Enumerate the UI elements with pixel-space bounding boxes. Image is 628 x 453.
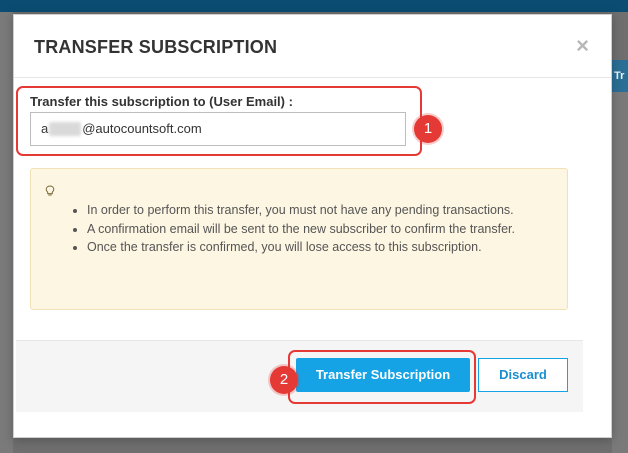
background-page-right bbox=[612, 92, 628, 453]
email-value-prefix: a bbox=[41, 121, 49, 136]
discard-button[interactable]: Discard bbox=[478, 358, 568, 392]
transfer-notes-box: In order to perform this transfer, you m… bbox=[30, 168, 568, 310]
background-tab: Tr bbox=[612, 60, 628, 92]
email-value-suffix: @autocountsoft.com bbox=[82, 121, 202, 136]
email-field-label: Transfer this subscription to (User Emai… bbox=[30, 94, 293, 109]
email-field[interactable]: a @autocountsoft.com bbox=[30, 112, 406, 146]
background-page-left bbox=[0, 12, 13, 453]
annotation-marker-1: 1 bbox=[414, 115, 442, 143]
transfer-subscription-button[interactable]: Transfer Subscription bbox=[296, 358, 470, 392]
lightbulb-icon-svg bbox=[45, 185, 55, 196]
note-item: Once the transfer is confirmed, you will… bbox=[87, 238, 557, 257]
note-item: A confirmation email will be sent to the… bbox=[87, 220, 557, 239]
close-icon[interactable]: × bbox=[576, 33, 589, 59]
redacted-text bbox=[49, 122, 82, 136]
transfer-notes-list: In order to perform this transfer, you m… bbox=[51, 201, 557, 257]
dialog-title: TRANSFER SUBSCRIPTION bbox=[34, 37, 278, 57]
note-item: In order to perform this transfer, you m… bbox=[87, 201, 557, 220]
background-header-bar bbox=[0, 0, 628, 12]
dialog-header: TRANSFER SUBSCRIPTION × bbox=[14, 15, 611, 78]
lightbulb-icon bbox=[45, 185, 55, 200]
annotation-marker-2: 2 bbox=[270, 366, 298, 394]
